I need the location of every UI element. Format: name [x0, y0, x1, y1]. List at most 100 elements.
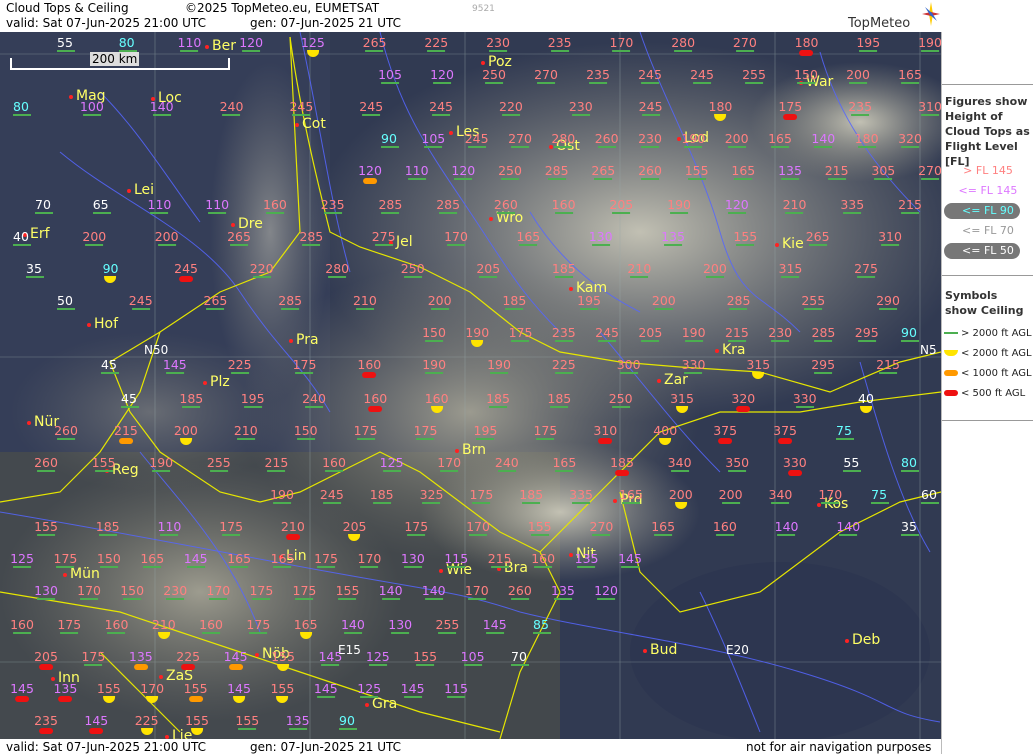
flight-level-value: 190	[465, 326, 489, 347]
ceiling-above-2000-icon	[152, 114, 171, 116]
flight-level-value: 310	[878, 229, 902, 246]
ceiling-above-2000-icon	[505, 308, 524, 310]
flight-level-value: 265	[805, 229, 830, 246]
ceiling-above-2000-icon	[123, 598, 142, 600]
flight-level-value: 155	[97, 682, 121, 703]
ceiling-above-2000-icon	[446, 244, 465, 246]
flight-level-value: 255	[801, 293, 826, 310]
ceiling-above-2000-icon	[721, 502, 740, 504]
ceiling-above-2000-icon	[360, 696, 379, 698]
ceiling-above-2000-icon	[843, 470, 862, 472]
flight-level-value: 175	[353, 423, 378, 440]
flight-level-value: 310	[918, 99, 941, 116]
flight-level-value: 295	[811, 357, 836, 374]
flight-level-value: 180	[854, 131, 879, 148]
flight-level-value: 75	[871, 488, 890, 504]
city-dot-icon	[439, 569, 443, 573]
flight-level-value: 165	[140, 551, 165, 568]
flight-level-value: 125	[357, 681, 382, 698]
ceiling-below-500-icon	[181, 664, 196, 670]
flight-level-value: 315	[778, 261, 803, 278]
ceiling-below-2000-icon	[674, 502, 687, 509]
ceiling-above-2000-icon	[654, 534, 673, 536]
ceiling-above-2000-icon	[131, 308, 150, 310]
ceiling-above-2000-icon	[56, 566, 75, 568]
city-label: Kra	[715, 342, 746, 358]
flight-level-value: 260	[507, 583, 532, 600]
ceiling-above-2000-icon	[554, 146, 573, 148]
ceiling-below-2000-icon	[471, 340, 484, 347]
flight-level-value: 145	[227, 682, 251, 703]
flight-level-value: 320	[731, 392, 755, 412]
ceiling-above-2000-icon	[407, 534, 426, 536]
flight-level-value: 205	[476, 261, 501, 278]
flight-level-value: 140	[149, 99, 174, 116]
flight-level-value: 165	[618, 487, 643, 504]
flight-level-value: 125	[379, 455, 404, 472]
legend-level-2: <= FL 145	[958, 184, 1018, 197]
ceiling-above-2000-icon	[229, 244, 248, 246]
flight-level-value: 225	[135, 714, 159, 735]
ceiling-above-2000-icon	[771, 340, 790, 342]
ceiling-above-2000-icon	[222, 114, 241, 116]
ceiling-above-2000-icon	[598, 340, 617, 342]
flight-level-value: 200	[846, 67, 870, 84]
flight-level-value: 155	[271, 650, 295, 671]
flight-level-value: 235	[34, 714, 58, 734]
flight-level-value: 120	[594, 583, 618, 600]
legend-level-3: <= FL 90	[962, 204, 1014, 217]
city-dot-icon	[255, 653, 259, 657]
flight-level-value: 280	[671, 35, 696, 52]
ceiling-above-2000-icon	[640, 178, 659, 180]
flight-level-value: 320	[898, 131, 922, 148]
ceiling-above-2000-icon	[554, 372, 573, 374]
flight-level-value: 270	[589, 519, 614, 536]
ceiling-above-2000-icon	[510, 146, 529, 148]
ceiling-above-2000-icon	[98, 534, 117, 536]
ceiling-above-2000-icon	[424, 340, 443, 342]
grid-label-n50-right: N5	[920, 343, 937, 357]
flight-level-value: 105	[378, 67, 402, 84]
city-dot-icon	[845, 639, 849, 643]
ceiling-above-2000-icon	[322, 502, 341, 504]
ceiling-above-2000-icon	[901, 470, 919, 472]
ceiling-above-2000-icon	[814, 372, 833, 374]
ceiling-above-2000-icon	[230, 372, 249, 374]
ceiling-above-2000-icon	[554, 276, 573, 278]
ceiling-above-2000-icon	[338, 598, 357, 600]
ceiling-above-2000-icon	[209, 470, 228, 472]
flight-level-value: 170	[357, 551, 382, 568]
ceiling-above-2000-icon	[243, 406, 262, 408]
flight-level-value: 200	[669, 488, 693, 509]
city-dot-icon	[489, 217, 493, 221]
flight-level-value: 135	[285, 713, 310, 730]
ceiling-above-2000-icon	[82, 114, 101, 116]
flight-level-value: 50	[57, 294, 75, 310]
flight-level-value: 160	[712, 519, 737, 536]
ceiling-above-2000-icon	[727, 212, 746, 214]
flight-level-value: 285	[278, 293, 303, 310]
ceiling-above-2000-icon	[403, 276, 422, 278]
ceiling-above-2000-icon	[490, 566, 509, 568]
flight-level-value: 185	[95, 519, 120, 536]
flight-level-value: 245	[174, 262, 198, 282]
flight-level-value: 245	[595, 325, 620, 342]
flight-level-value: 225	[424, 35, 449, 52]
ceiling-above-2000-icon	[497, 470, 516, 472]
satellite-map: 200 km N50 N5 E15 E20 Ber Poz War Mag Loc Cot…	[0, 32, 941, 739]
flight-level-value: 145	[183, 551, 208, 568]
ceiling-above-2000-icon	[684, 372, 703, 374]
ceiling-above-2000-icon	[316, 566, 335, 568]
ceiling-above-2000-icon	[381, 598, 400, 600]
flight-level-value: 210	[152, 618, 176, 639]
flight-level-value: 160	[363, 392, 387, 412]
ceiling-above-2000-icon	[900, 212, 919, 214]
flight-level-value: 335	[840, 197, 865, 214]
ceiling-above-2000-icon	[654, 308, 673, 310]
ceiling-above-2000-icon	[440, 470, 459, 472]
flight-level-value: 155	[270, 682, 294, 703]
flight-level-value: 245	[690, 67, 714, 84]
flight-level-value: 350	[725, 455, 750, 472]
city-name: Jel	[396, 234, 413, 250]
flight-level-value: 200	[702, 261, 727, 278]
